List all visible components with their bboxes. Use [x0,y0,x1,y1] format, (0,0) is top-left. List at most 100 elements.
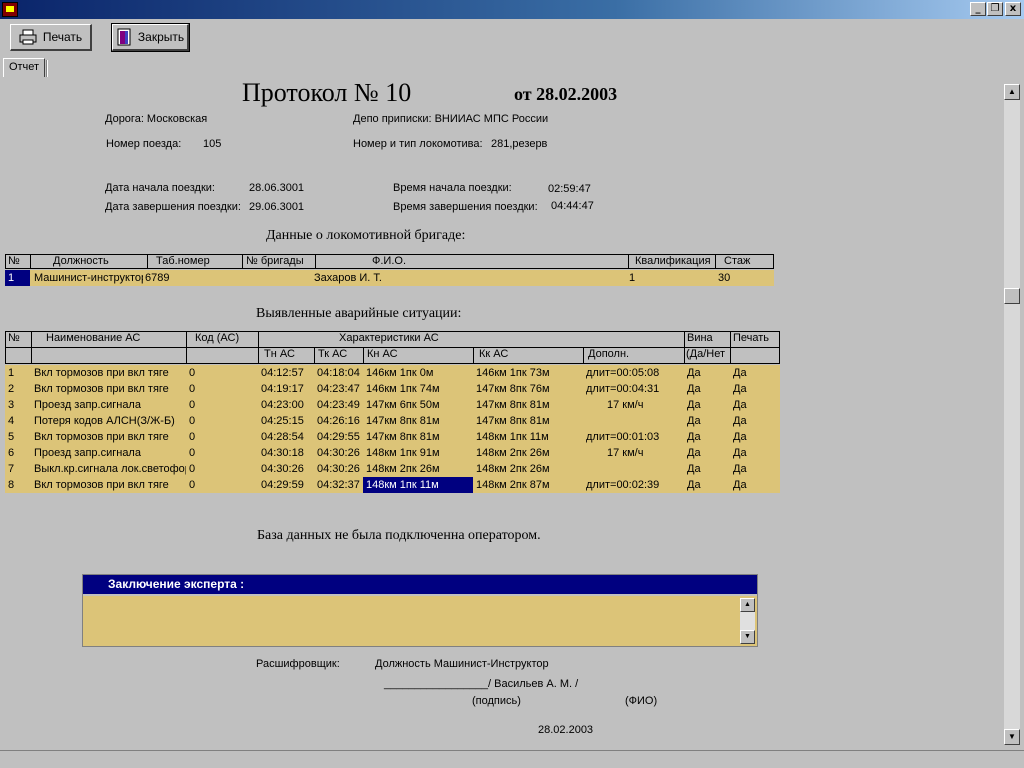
crew-cell-experience[interactable]: 30 [715,270,772,286]
expert-conclusion-text[interactable]: ▲ ▼ [83,596,757,646]
inc-cell-extra[interactable]: 17 км/ч [583,397,684,413]
tab-report[interactable]: Отчет [3,58,45,77]
inc-cell-guilt[interactable]: Да [684,445,730,461]
inc-cell-guilt[interactable]: Да [684,477,730,493]
inc-cell-name[interactable]: Выкл.кр.сигнала лок.светофора [31,461,186,477]
inc-cell-kn[interactable]: 147км 6пк 50м [363,397,473,413]
inc-cell-tk[interactable]: 04:26:16 [314,413,363,429]
inc-cell-code[interactable]: 0 [186,429,258,445]
crew-cell-fio[interactable]: Захаров И. Т. [311,270,624,286]
inc-cell-kn[interactable]: 146км 1пк 74м [363,381,473,397]
incident-row[interactable]: 4 Потеря кодов АЛСН(З/Ж-Б) 0 04:25:15 04:26:… [5,413,780,429]
inc-cell-name[interactable]: Проезд запр.сигнала [31,445,186,461]
inc-cell-num[interactable]: 2 [5,381,31,397]
inc-cell-guilt[interactable]: Да [684,413,730,429]
inc-cell-code[interactable]: 0 [186,477,258,493]
inc-cell-kk[interactable]: 148км 2пк 26м [473,445,583,461]
inc-cell-extra[interactable]: длит=00:01:03 [583,429,684,445]
inc-cell-guilt[interactable]: Да [684,365,730,381]
inc-cell-name[interactable]: Вкл тормозов при вкл тяге [31,365,186,381]
inc-cell-tk[interactable]: 04:23:47 [314,381,363,397]
incident-row[interactable]: 8 Вкл тормозов при вкл тяге 0 04:29:59 04:32… [5,477,780,493]
inc-cell-kn[interactable]: 147км 8пк 81м [363,429,473,445]
expert-scroll-down-icon[interactable]: ▼ [740,630,755,644]
close-report-button[interactable]: Закрыть [111,23,190,52]
incident-row[interactable]: 5 Вкл тормозов при вкл тяге 0 04:28:54 04:29… [5,429,780,445]
inc-cell-tn[interactable]: 04:30:26 [258,461,314,477]
incident-row[interactable]: 6 Проезд запр.сигнала 0 04:30:18 04:30:26 148… [5,445,780,461]
inc-cell-kk[interactable]: 147км 8пк 76м [473,381,583,397]
crew-row[interactable]: 1 Машинист-инструктор 6789 Захаров И. Т.… [5,270,774,286]
inc-cell-num[interactable]: 4 [5,413,31,429]
inc-cell-tn[interactable]: 04:30:18 [258,445,314,461]
inc-cell-extra[interactable] [583,461,684,477]
inc-cell-num[interactable]: 7 [5,461,31,477]
expert-scroll-up-icon[interactable]: ▲ [740,598,755,612]
inc-cell-code[interactable]: 0 [186,397,258,413]
inc-cell-tk[interactable]: 04:32:37 [314,477,363,493]
inc-cell-tk[interactable]: 04:29:55 [314,429,363,445]
inc-cell-extra[interactable]: длит=00:02:39 [583,477,684,493]
inc-cell-kk[interactable]: 148км 2пк 87м [473,477,583,493]
inc-cell-num[interactable]: 3 [5,397,31,413]
inc-cell-tk[interactable]: 04:18:04 [314,365,363,381]
inc-cell-kn[interactable]: 148км 1пк 91м [363,445,473,461]
crew-cell-tab[interactable]: 6789 [142,270,237,286]
print-button[interactable]: Печать [10,24,92,51]
inc-cell-print[interactable]: Да [730,461,778,477]
incident-row[interactable]: 1 Вкл тормозов при вкл тяге 0 04:12:57 04:18… [5,365,780,381]
inc-cell-extra[interactable]: длит=00:05:08 [583,365,684,381]
inc-cell-code[interactable]: 0 [186,413,258,429]
incident-row[interactable]: 3 Проезд запр.сигнала 0 04:23:00 04:23:49 147… [5,397,780,413]
inc-cell-name[interactable]: Вкл тормозов при вкл тяге [31,477,186,493]
inc-cell-code[interactable]: 0 [186,381,258,397]
inc-cell-tn[interactable]: 04:23:00 [258,397,314,413]
inc-cell-num[interactable]: 8 [5,477,31,493]
scroll-up-icon[interactable]: ▲ [1004,84,1020,100]
inc-cell-kn[interactable]: 148км 2пк 26м [363,461,473,477]
inc-cell-name[interactable]: Потеря кодов АЛСН(З/Ж-Б) [31,413,186,429]
report-scrollbar[interactable]: ▲ ▼ [1004,84,1020,745]
inc-cell-extra[interactable] [583,413,684,429]
inc-cell-print[interactable]: Да [730,429,778,445]
inc-cell-extra[interactable]: длит=00:04:31 [583,381,684,397]
inc-cell-tn[interactable]: 04:19:17 [258,381,314,397]
inc-cell-tk[interactable]: 04:23:49 [314,397,363,413]
inc-cell-kk[interactable]: 147км 8пк 81м [473,397,583,413]
incident-row[interactable]: 7 Выкл.кр.сигнала лок.светофора 0 04:30:26 0… [5,461,780,477]
inc-cell-code[interactable]: 0 [186,445,258,461]
inc-cell-print[interactable]: Да [730,381,778,397]
scroll-down-icon[interactable]: ▼ [1004,729,1020,745]
crew-cell-qualification[interactable]: 1 [626,270,713,286]
inc-cell-name[interactable]: Вкл тормозов при вкл тяге [31,429,186,445]
incident-row[interactable]: 2 Вкл тормозов при вкл тяге 0 04:19:17 04:23… [5,381,780,397]
inc-cell-tn[interactable]: 04:25:15 [258,413,314,429]
inc-cell-kk[interactable]: 146км 1пк 73м [473,365,583,381]
inc-cell-tn[interactable]: 04:12:57 [258,365,314,381]
inc-cell-tk[interactable]: 04:30:26 [314,445,363,461]
inc-cell-kk[interactable]: 147км 8пк 81м [473,413,583,429]
restore-button[interactable]: ❐ [987,2,1003,16]
inc-cell-kn[interactable]: 146км 1пк 0м [363,365,473,381]
inc-cell-extra[interactable]: 17 км/ч [583,445,684,461]
inc-cell-kn[interactable]: 148км 1пк 11м [363,477,473,493]
crew-cell-brigade[interactable] [242,270,315,286]
inc-cell-guilt[interactable]: Да [684,429,730,445]
inc-cell-kk[interactable]: 148км 2пк 26м [473,461,583,477]
inc-cell-tn[interactable]: 04:28:54 [258,429,314,445]
inc-cell-code[interactable]: 0 [186,365,258,381]
inc-cell-print[interactable]: Да [730,477,778,493]
inc-cell-code[interactable]: 0 [186,461,258,477]
inc-cell-name[interactable]: Вкл тормозов при вкл тяге [31,381,186,397]
app-icon[interactable] [2,2,18,17]
close-window-button[interactable]: x [1005,2,1021,16]
inc-cell-num[interactable]: 6 [5,445,31,461]
expert-scrollbar[interactable]: ▲ ▼ [740,598,755,644]
inc-cell-guilt[interactable]: Да [684,461,730,477]
inc-cell-print[interactable]: Да [730,445,778,461]
minimize-button[interactable]: _ [970,2,986,16]
inc-cell-tk[interactable]: 04:30:26 [314,461,363,477]
inc-cell-num[interactable]: 5 [5,429,31,445]
inc-cell-print[interactable]: Да [730,397,778,413]
inc-cell-kk[interactable]: 148км 1пк 11м [473,429,583,445]
